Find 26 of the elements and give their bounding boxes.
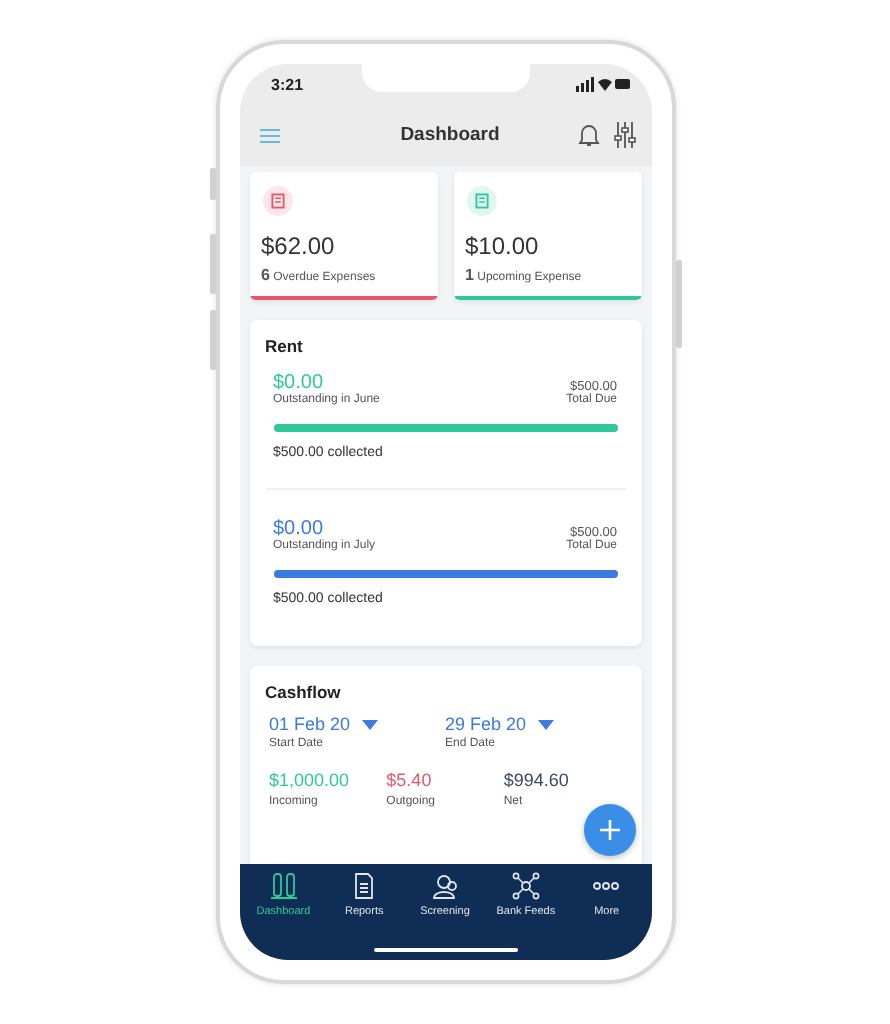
outstanding-amount: $0.00 <box>273 518 324 540</box>
caret-icon <box>362 719 379 729</box>
network-icon <box>511 872 540 900</box>
amount: $62.00 <box>261 232 335 260</box>
figure-value: $1,000.00 <box>269 770 350 790</box>
people-icon <box>431 872 460 900</box>
sliders-icon[interactable] <box>613 122 635 148</box>
end-date-dropdown[interactable]: 29 Feb 20 <box>445 714 555 734</box>
home-indicator <box>373 948 517 952</box>
document-icon <box>465 186 497 216</box>
section-title: Rent <box>265 336 305 356</box>
figure-value: $994.60 <box>503 770 569 790</box>
plus-icon <box>599 820 619 840</box>
outstanding-amount: $0.00 <box>273 372 324 394</box>
document-icon <box>261 186 293 216</box>
caret-icon <box>538 719 555 729</box>
bell-icon[interactable] <box>577 122 599 148</box>
figure-value: $5.40 <box>386 770 432 790</box>
page-title: Dashboard <box>400 124 500 146</box>
document-icon <box>350 872 379 900</box>
status-icons <box>575 76 631 92</box>
section-title: Cashflow <box>265 682 343 702</box>
columns-icon <box>269 872 298 900</box>
amount: $10.00 <box>465 232 539 260</box>
start-date-dropdown[interactable]: 01 Feb 20 <box>269 714 379 734</box>
status-time: 3:21 <box>271 75 304 93</box>
